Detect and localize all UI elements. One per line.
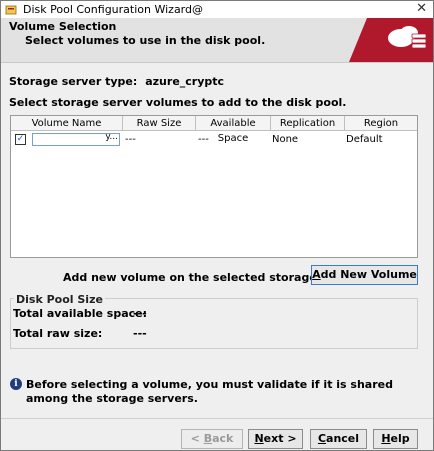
column-header-raw-size[interactable]: Raw Size xyxy=(123,116,196,131)
total-available-label: Total available space: xyxy=(13,307,148,320)
help-button[interactable]: Help xyxy=(373,429,418,449)
volume-name-cell[interactable]: y... xyxy=(32,132,120,146)
total-raw-value: --- xyxy=(133,327,147,340)
raw-size-cell: --- xyxy=(125,134,136,145)
app-icon xyxy=(5,4,17,16)
instructions-label: Select storage server volumes to add to … xyxy=(9,96,347,109)
column-header-region[interactable]: Region xyxy=(345,116,417,131)
volume-checkbox[interactable]: ✓ xyxy=(15,134,26,145)
disk-pool-size-legend: Disk Pool Size xyxy=(14,293,105,306)
table-row[interactable]: ✓ y... --- --- None Default xyxy=(11,132,417,147)
cancel-button[interactable]: Cancel xyxy=(310,429,367,449)
next-button[interactable]: Next > xyxy=(248,429,303,449)
storage-server-type-value: azure_cryptc xyxy=(145,75,225,88)
table-header: Volume Name Raw Size Available Space Rep… xyxy=(11,116,417,144)
total-available-value: --- xyxy=(133,307,147,320)
close-icon[interactable]: ✕ xyxy=(416,2,427,16)
banner-subtitle: Select volumes to use in the disk pool. xyxy=(25,34,266,47)
banner-title: Volume Selection xyxy=(9,20,117,33)
window-title: Disk Pool Configuration Wizard@ xyxy=(23,3,203,16)
replication-cell: None xyxy=(272,134,299,145)
total-raw-label: Total raw size: xyxy=(13,327,103,340)
info-message: Before selecting a volume, you must vali… xyxy=(26,378,393,405)
column-header-volume-name[interactable]: Volume Name xyxy=(11,116,123,131)
wizard-banner: Volume Selection Select volumes to use i… xyxy=(1,18,433,63)
column-header-replication[interactable]: Replication xyxy=(271,116,345,131)
wizard-window: Disk Pool Configuration Wizard@ ✕ Volume… xyxy=(0,0,434,451)
back-button[interactable]: < Back xyxy=(181,429,243,449)
title-bar: Disk Pool Configuration Wizard@ ✕ xyxy=(1,1,433,18)
storage-server-type-label: Storage server type: xyxy=(9,75,138,88)
volume-table[interactable]: Volume Name Raw Size Available Space Rep… xyxy=(10,115,418,258)
add-new-volume-button[interactable]: Add New Volume xyxy=(311,265,418,285)
volume-name-truncated: y... xyxy=(105,132,118,142)
region-cell: Default xyxy=(346,134,383,145)
disk-pool-logo-icon xyxy=(341,18,433,62)
footer-divider xyxy=(1,418,433,419)
storage-server-type: Storage server type: azure_cryptc xyxy=(9,75,224,88)
available-space-cell: --- xyxy=(198,134,209,145)
column-header-available-space[interactable]: Available Space xyxy=(196,116,271,144)
info-icon: i xyxy=(10,378,22,390)
